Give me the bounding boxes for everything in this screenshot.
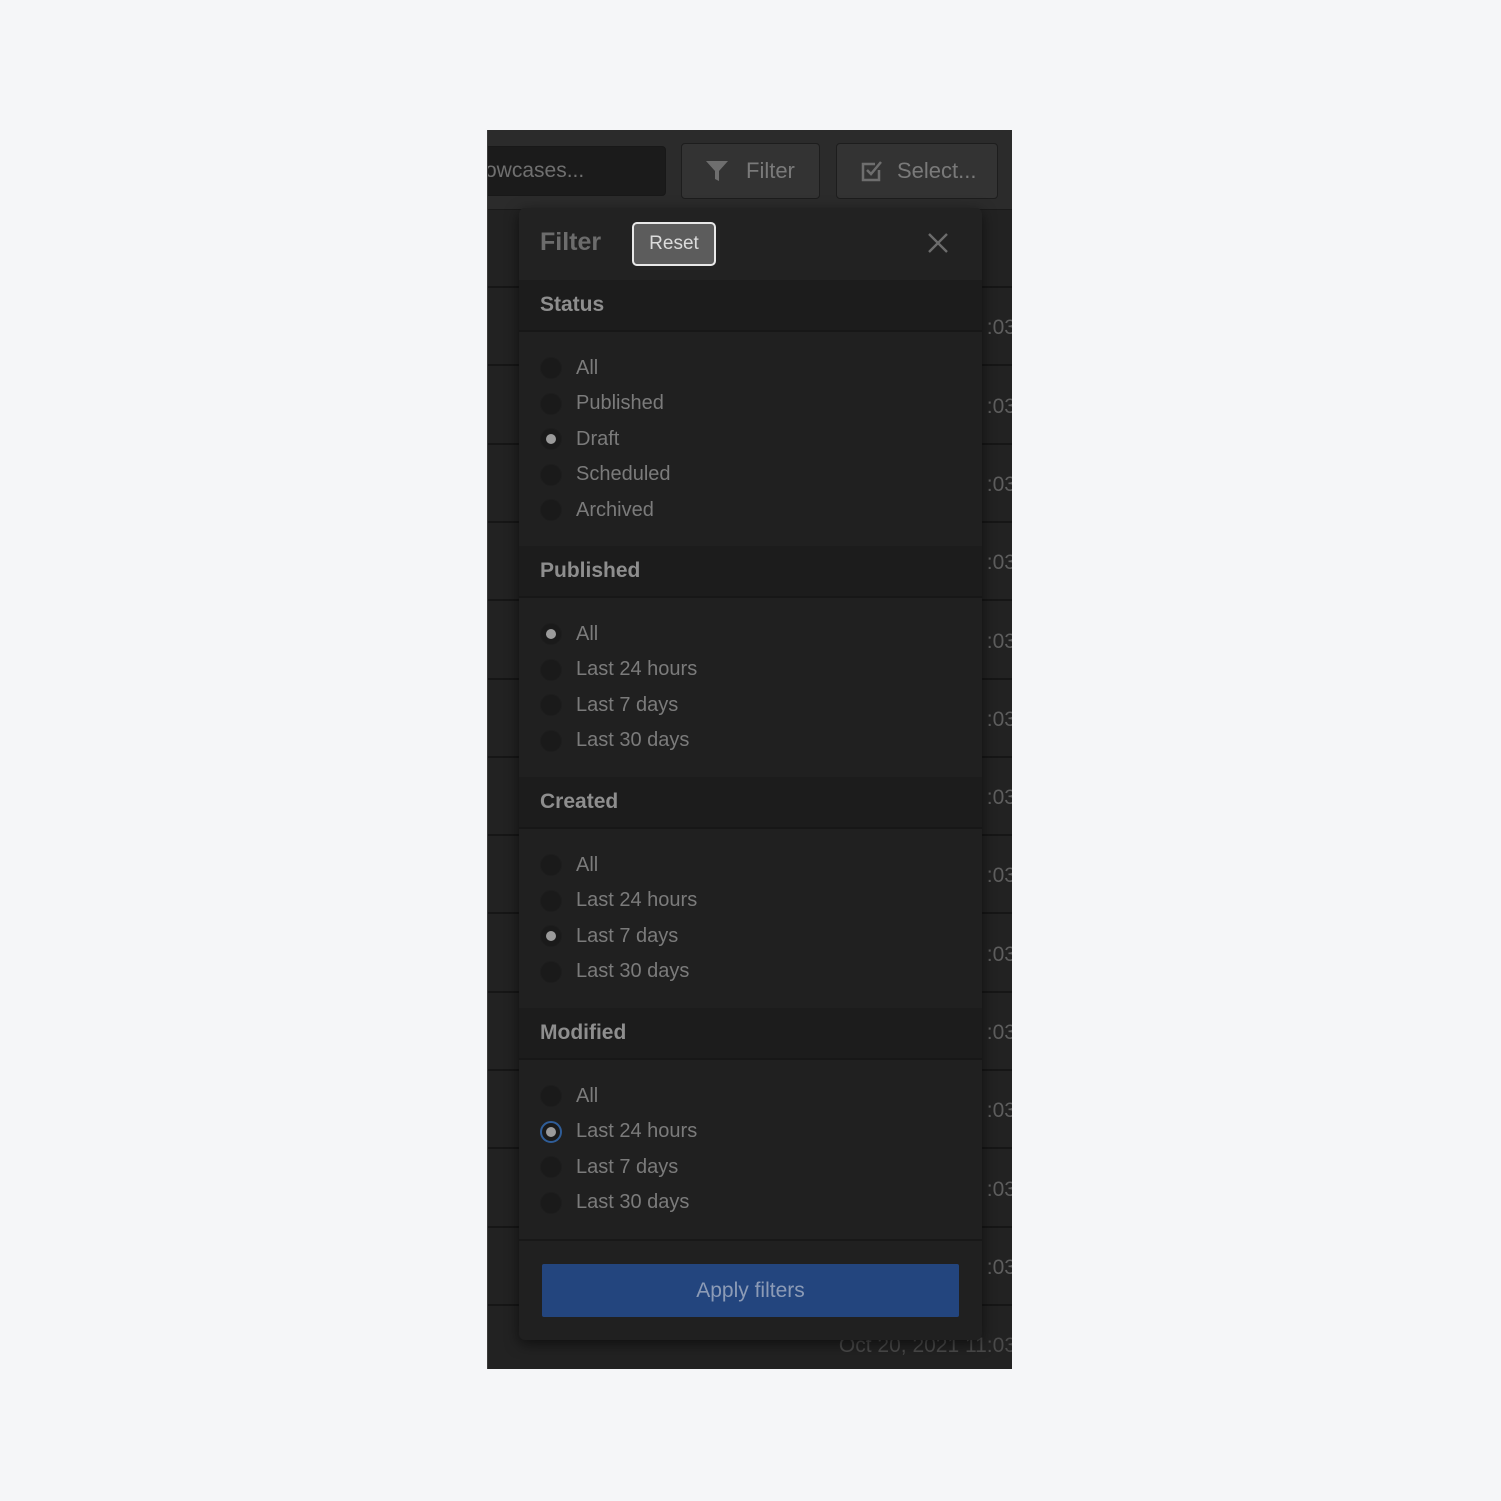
row-timestamp: :03 bbox=[986, 1255, 1012, 1279]
section-heading: Status bbox=[540, 293, 605, 316]
radio-empty-icon[interactable] bbox=[540, 499, 562, 521]
radio-option[interactable]: All bbox=[540, 1081, 598, 1111]
radio-option[interactable]: Archived bbox=[540, 495, 654, 525]
reset-button[interactable]: Reset bbox=[632, 222, 716, 266]
radio-selected-icon[interactable] bbox=[540, 428, 562, 450]
row-timestamp: :03 bbox=[986, 316, 1012, 340]
radio-empty-icon[interactable] bbox=[540, 1191, 562, 1214]
toolbar: owcases... Filter Select... bbox=[488, 130, 1012, 210]
row-timestamp: :03 bbox=[986, 1099, 1012, 1123]
radio-empty-icon[interactable] bbox=[540, 960, 562, 983]
radio-empty-icon[interactable] bbox=[540, 729, 562, 752]
radio-empty-icon[interactable] bbox=[540, 854, 562, 876]
radio-label: Last 30 days bbox=[576, 729, 690, 751]
radio-label: All bbox=[576, 1084, 599, 1107]
section-header-modified: Modified bbox=[519, 1008, 982, 1060]
select-button-label: Select... bbox=[897, 158, 977, 183]
filter-button-label: Filter bbox=[746, 158, 795, 183]
radio-label: All bbox=[576, 622, 599, 645]
radio-option[interactable]: Last 7 days bbox=[540, 921, 678, 951]
row-timestamp: :03 bbox=[986, 551, 1012, 575]
radio-label: Published bbox=[576, 392, 664, 414]
radio-label: Last 7 days bbox=[576, 924, 679, 947]
funnel-icon bbox=[704, 158, 730, 184]
radio-label: Last 30 days bbox=[576, 1191, 690, 1213]
section-heading: Published bbox=[540, 559, 641, 582]
radio-option[interactable]: Scheduled bbox=[540, 460, 671, 490]
row-timestamp: :03 bbox=[986, 1021, 1012, 1044]
radio-option[interactable]: Last 7 days bbox=[540, 690, 678, 720]
radio-label: All bbox=[576, 853, 599, 876]
row-timestamp: :03 bbox=[986, 472, 1012, 496]
radio-label: Last 30 days bbox=[576, 960, 690, 982]
filter-panel-title: Filter bbox=[540, 228, 602, 256]
filter-panel-header: Filter Reset bbox=[519, 208, 982, 280]
radio-option[interactable]: Last 30 days bbox=[540, 1188, 689, 1218]
radio-empty-icon[interactable] bbox=[540, 658, 562, 681]
radio-option[interactable]: Last 24 hours bbox=[540, 1117, 697, 1147]
radio-empty-icon[interactable] bbox=[540, 889, 562, 912]
radio-label: Last 7 days bbox=[576, 1155, 679, 1178]
radio-option[interactable]: All bbox=[540, 619, 598, 649]
radio-empty-icon[interactable] bbox=[540, 392, 562, 415]
radio-option[interactable]: Last 30 days bbox=[540, 957, 689, 987]
radio-label: Scheduled bbox=[576, 463, 671, 485]
radio-option[interactable]: Draft bbox=[540, 424, 619, 454]
select-button[interactable]: Select... bbox=[836, 143, 998, 199]
section-header-published: Published bbox=[519, 546, 982, 598]
radio-label: Last 7 days bbox=[576, 693, 679, 716]
radio-empty-icon[interactable] bbox=[540, 463, 562, 486]
filter-panel: Filter Reset Status All Published Draft Sche… bbox=[519, 208, 982, 1340]
footer-divider bbox=[519, 1239, 982, 1241]
radio-option[interactable]: Last 24 hours bbox=[540, 655, 697, 685]
radio-empty-icon[interactable] bbox=[540, 694, 562, 716]
row-timestamp: :03 bbox=[986, 707, 1012, 731]
section-heading: Created bbox=[540, 790, 619, 813]
filter-button[interactable]: Filter bbox=[681, 143, 820, 199]
radio-option[interactable]: All bbox=[540, 850, 598, 880]
radio-label: Last 24 hours bbox=[576, 889, 698, 911]
radio-option[interactable]: Last 30 days bbox=[540, 726, 689, 756]
section-header-created: Created bbox=[519, 777, 982, 829]
radio-label: Archived bbox=[576, 498, 654, 521]
radio-selected-icon[interactable] bbox=[540, 925, 562, 947]
radio-label: Last 24 hours bbox=[576, 1120, 698, 1142]
radio-selected-icon[interactable] bbox=[540, 1120, 562, 1143]
radio-empty-icon[interactable] bbox=[540, 357, 562, 379]
checkbox-icon bbox=[859, 158, 885, 184]
radio-option[interactable]: Published bbox=[540, 389, 664, 419]
radio-option[interactable]: All bbox=[540, 353, 598, 383]
radio-label: Draft bbox=[576, 427, 620, 450]
radio-option[interactable]: Last 24 hours bbox=[540, 886, 697, 916]
row-timestamp: :03 bbox=[986, 394, 1012, 418]
row-timestamp: :03 bbox=[986, 1177, 1012, 1201]
section-header-status: Status bbox=[519, 280, 982, 332]
row-timestamp: :03 bbox=[986, 942, 1012, 966]
radio-empty-icon[interactable] bbox=[540, 1156, 562, 1178]
row-timestamp: :03 bbox=[986, 786, 1012, 810]
radio-empty-icon[interactable] bbox=[540, 1085, 562, 1107]
search-input[interactable]: owcases... bbox=[488, 146, 666, 196]
apply-filters-button[interactable]: Apply filters bbox=[542, 1264, 959, 1317]
radio-label: Last 24 hours bbox=[576, 658, 698, 680]
row-timestamp: :03 bbox=[986, 629, 1012, 653]
radio-label: All bbox=[576, 356, 599, 379]
radio-option[interactable]: Last 7 days bbox=[540, 1152, 678, 1182]
radio-selected-icon[interactable] bbox=[540, 623, 562, 645]
section-heading: Modified bbox=[540, 1021, 627, 1044]
row-timestamp: :03 bbox=[986, 864, 1012, 888]
close-icon[interactable] bbox=[926, 231, 950, 255]
